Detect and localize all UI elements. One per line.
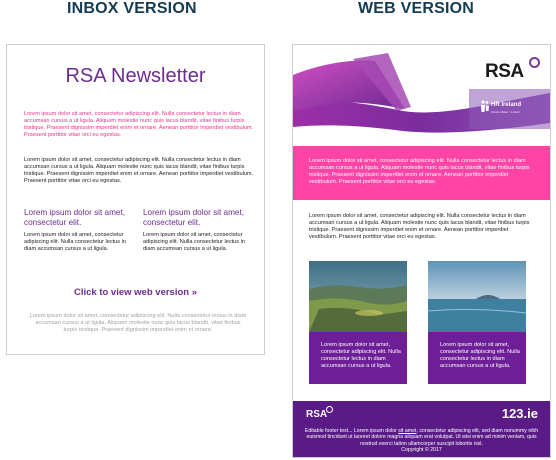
footer-123-logo: 123.ie	[501, 406, 538, 421]
inbox-column-right: Lorem ipsum dolor sit amet, consectetur …	[143, 208, 251, 253]
column-body: Lorem ipsum dolor sit amet, consectetur …	[24, 232, 126, 253]
column-heading: Lorem ipsum dolor sit amet, consectetur …	[24, 208, 126, 227]
hr-people-icon	[481, 100, 489, 112]
landscape-photo	[309, 261, 407, 332]
card-text: Lorem ipsum dolor sit amet, consectetur …	[321, 342, 401, 369]
rsa-ring-icon	[529, 57, 540, 68]
footer-copyright: Copyright © 2017	[401, 447, 442, 454]
hr-ireland-subtitle: People Matter / Ireland	[491, 110, 520, 114]
column-heading: Lorem ipsum dolor sit amet, consectetur …	[143, 208, 245, 227]
feature-card: Lorem ipsum dolor sit amet, consectetur …	[309, 332, 407, 384]
inbox-footer-text: Lorem ipsum dolor sit amet, consectetur …	[29, 313, 247, 333]
inbox-email-preview: RSA Newsletter Lorem ipsum dolor sit ame…	[6, 44, 265, 355]
newsletter-title: RSA Newsletter	[65, 65, 206, 87]
footer-text-start: Editable footer text... Lorem ipsum dolo…	[304, 428, 399, 434]
feature-card: Lorem ipsum dolor sit amet, consectetur …	[428, 332, 526, 384]
web-version-heading: WEB VERSION	[358, 0, 474, 17]
web-email-preview: RSA HR Ireland People Matter / Ireland L…	[292, 44, 551, 458]
seascape-photo	[428, 261, 526, 332]
intro-paragraph-pink: Lorem ipsum dolor sit amet, consectetur …	[24, 111, 254, 138]
pink-intro-band: Lorem ipsum dolor sit amet, consectetur …	[293, 146, 550, 200]
footer-rsa-logo: RSA	[306, 409, 328, 420]
body-paragraph: Lorem ipsum dolor sit amet, consectetur …	[309, 213, 530, 240]
inbox-column-left: Lorem ipsum dolor sit amet, consectetur …	[24, 208, 132, 253]
card-text: Lorem ipsum dolor sit amet, consectetur …	[440, 342, 520, 369]
hr-ireland-label: HR Ireland	[491, 102, 522, 108]
intro-paragraph: Lorem ipsum dolor sit amet, consectetur …	[309, 158, 530, 185]
inbox-version-heading: INBOX VERSION	[67, 0, 197, 17]
view-web-version-link[interactable]: Click to view web version »	[7, 287, 264, 298]
body-paragraph: Lorem ipsum dolor sit amet, consectetur …	[24, 157, 254, 184]
footer-link[interactable]: sit amet	[398, 428, 416, 434]
web-header-banner: RSA HR Ireland People Matter / Ireland	[293, 45, 550, 147]
column-body: Lorem ipsum dolor sit amet, consectetur …	[143, 232, 245, 253]
rsa-footer-ring-icon	[326, 406, 333, 413]
footer-text: Editable footer text... Lorem ipsum dolo…	[299, 428, 544, 454]
rsa-logo: RSA	[485, 61, 524, 82]
web-footer: RSA 123.ie Editable footer text... Lorem…	[293, 401, 550, 457]
